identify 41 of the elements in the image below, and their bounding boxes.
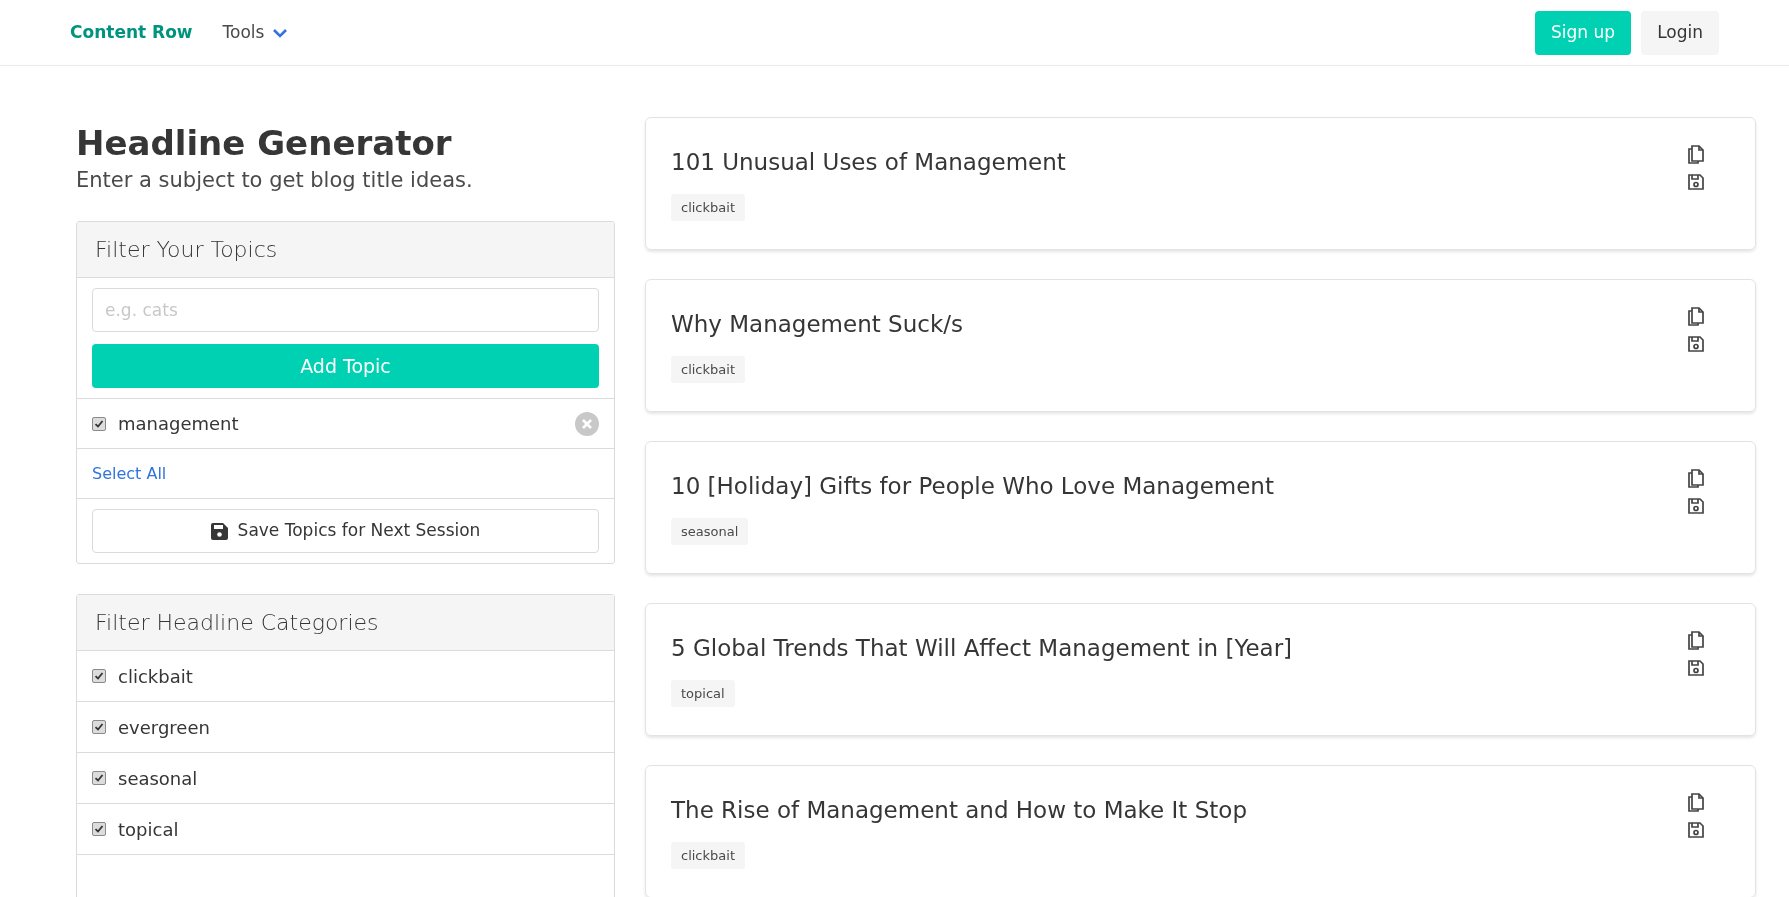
category-label: evergreen xyxy=(118,715,210,740)
save-icon xyxy=(210,522,228,540)
category-label: seasonal xyxy=(118,766,198,791)
checkbox[interactable] xyxy=(92,669,106,683)
copy-icon[interactable] xyxy=(1687,469,1705,489)
copy-icon[interactable] xyxy=(1687,307,1705,327)
category-tag: clickbait xyxy=(671,355,745,383)
category-tag: clickbait xyxy=(671,841,745,869)
login-button[interactable]: Login xyxy=(1641,10,1719,55)
copy-icon[interactable] xyxy=(1687,793,1705,813)
panel-heading: Filter Headline Categories xyxy=(77,595,614,651)
headline-title: Why Management Suck/s xyxy=(671,310,963,339)
save-icon[interactable] xyxy=(1687,821,1705,839)
checkbox[interactable] xyxy=(92,822,106,836)
save-topics-button[interactable]: Save Topics for Next Session xyxy=(92,509,599,553)
brand-logo[interactable]: Content Row xyxy=(70,19,193,46)
category-tag: clickbait xyxy=(671,193,745,221)
category-label: clickbait xyxy=(118,664,193,689)
save-icon[interactable] xyxy=(1687,173,1705,191)
page-title: Headline Generator xyxy=(76,122,453,165)
save-icon[interactable] xyxy=(1687,335,1705,353)
headline-title: 10 [Holiday] Gifts for People Who Love Management xyxy=(671,472,1274,501)
chevron-down-icon xyxy=(272,27,289,38)
checkbox[interactable] xyxy=(92,416,106,431)
save-icon[interactable] xyxy=(1687,497,1705,515)
headline-title: 101 Unusual Uses of Management xyxy=(671,148,1066,177)
panel-heading: Filter Your Topics xyxy=(77,222,614,278)
topic-label: management xyxy=(118,412,239,436)
copy-icon[interactable] xyxy=(1687,145,1705,165)
headline-title: The Rise of Management and How to Make It Stop xyxy=(671,796,1247,825)
category-tag: topical xyxy=(671,679,735,707)
category-tag: seasonal xyxy=(671,517,749,545)
headline-title: 5 Global Trends That Will Affect Management in [Year] xyxy=(671,634,1293,663)
checkbox[interactable] xyxy=(92,720,106,734)
page-subtitle: Enter a subject to get blog title ideas. xyxy=(76,166,474,194)
tools-menu[interactable]: Tools xyxy=(222,19,289,46)
checkbox[interactable] xyxy=(92,771,106,785)
select-all-link[interactable]: Select All xyxy=(92,461,167,486)
category-label: topical xyxy=(118,817,179,842)
save-icon[interactable] xyxy=(1687,659,1705,677)
copy-icon[interactable] xyxy=(1687,631,1705,651)
